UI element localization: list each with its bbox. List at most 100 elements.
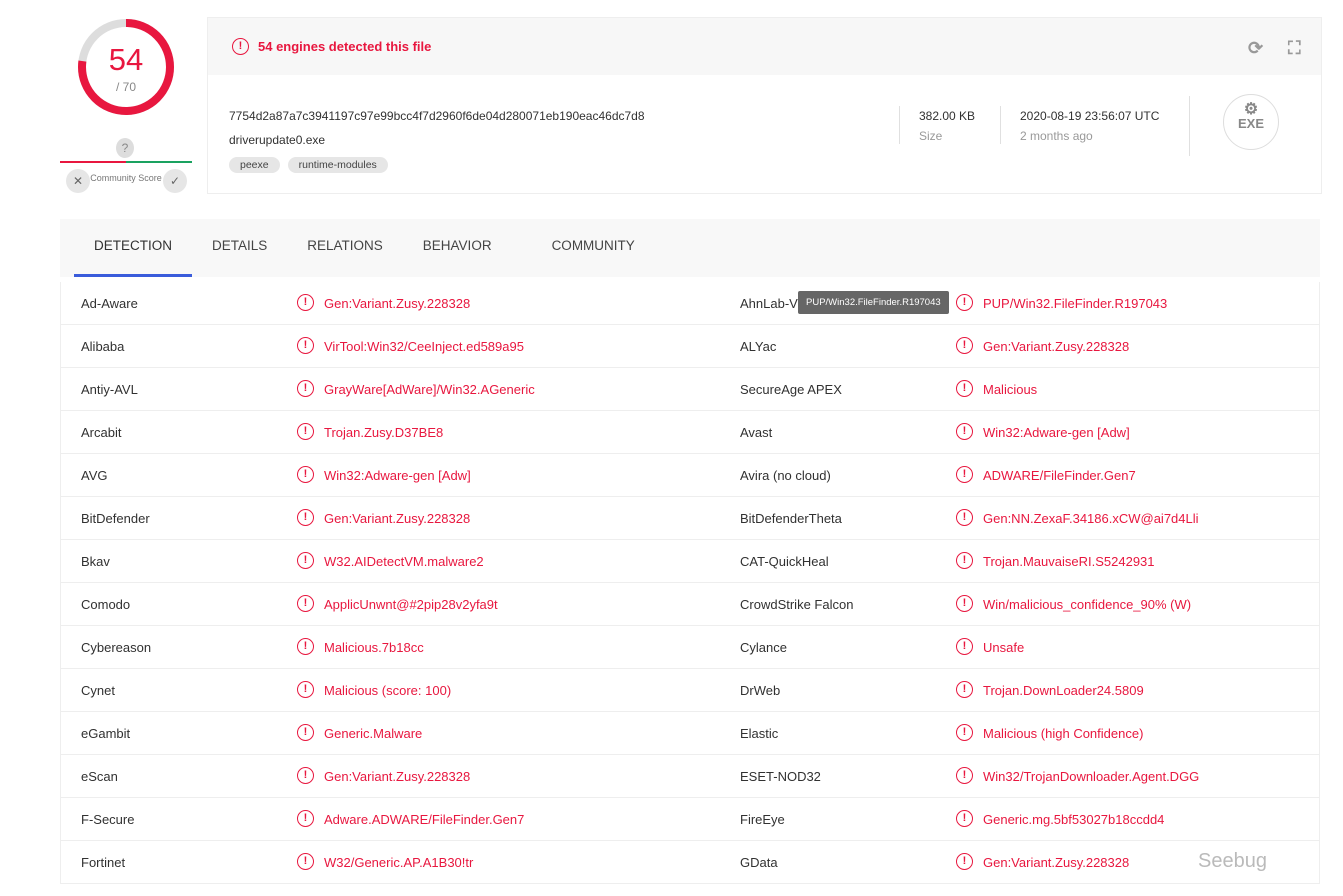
detection-result: Gen:Variant.Zusy.228328 [983,855,1129,870]
alert-icon: ! [956,853,973,870]
alert-icon: ! [956,423,973,440]
table-row: Antiy-AVL! GrayWare[AdWare]/Win32.AGeneri… [61,368,1319,411]
alert-icon: ! [232,38,249,55]
engine-name: Antiy-AVL [81,382,138,397]
detection-result: Gen:Variant.Zusy.228328 [983,339,1129,354]
detection-result: W32/Generic.AP.A1B30!tr [324,855,473,870]
engine-name: Ad-Aware [81,296,138,311]
engine-name: ALYac [740,339,776,354]
engine-name: DrWeb [740,683,780,698]
detection-result: ApplicUnwnt@#2pip28v2yfa9t [324,597,498,612]
alert-icon: ! [297,810,314,827]
engine-name: Bkav [81,554,110,569]
detection-banner: ! 54 engines detected this file ⟳ ⛶ [208,18,1321,75]
engine-name: BitDefender [81,511,150,526]
engine-name: Fortinet [81,855,125,870]
alert-icon: ! [956,681,973,698]
table-row: BitDefender!Gen:Variant.Zusy.228328BitDe… [61,497,1319,540]
analysis-date-value: 2020-08-19 23:56:07 UTC [1020,109,1159,123]
detection-result: Malicious.7b18cc [324,640,424,655]
tooltip: PUP/Win32.FileFinder.R197043 [798,291,949,314]
engine-name: FireEye [740,812,785,827]
detection-result: Generic.Malware [324,726,422,741]
analysis-date-relative: 2 months ago [1020,129,1159,143]
file-type-icon: ⚙EXE [1223,94,1279,150]
alert-icon: ! [297,724,314,741]
detection-result: Malicious [983,382,1037,397]
detection-score-gauge: 54 / 70 [75,16,177,118]
alert-icon: ! [956,337,973,354]
file-size: 382.00 KB Size [919,109,975,143]
divider [1189,96,1190,156]
detection-result: Malicious (high Confidence) [983,726,1143,741]
alert-icon: ! [956,638,973,655]
alert-icon: ! [297,294,314,311]
table-row: Ad-Aware!Gen:Variant.Zusy.228328AhnLab-V… [61,282,1319,325]
detection-result: ADWARE/FileFinder.Gen7 [983,468,1136,483]
vote-malicious-button[interactable]: ✕ [66,169,90,193]
detections-table: Ad-Aware!Gen:Variant.Zusy.228328AhnLab-V… [60,282,1320,884]
reanalyze-icon[interactable]: ⟳ [1248,38,1263,59]
tab-relations[interactable]: RELATIONS [287,219,403,277]
engine-name: Cynet [81,683,115,698]
detection-result: GrayWare[AdWare]/Win32.AGeneric [324,382,535,397]
engine-name: AVG [81,468,108,483]
engine-name: Alibaba [81,339,124,354]
tag[interactable]: runtime-modules [288,157,388,173]
tab-detection[interactable]: DETECTION [60,219,192,277]
tab-bar: DETECTION DETAILS RELATIONS BEHAVIOR COM… [60,219,1320,277]
total-engines: / 70 [75,80,177,94]
table-row: Cybereason!Malicious.7b18ccCylance!Unsaf… [61,626,1319,669]
table-row: Fortinet!W32/Generic.AP.A1B30!trGData!Ge… [61,841,1319,884]
detection-result: VirTool:Win32/CeeInject.ed589a95 [324,339,524,354]
alert-icon: ! [956,552,973,569]
alert-icon: ! [297,853,314,870]
file-type-label: EXE [1238,116,1264,131]
vote-harmless-button[interactable]: ✓ [163,169,187,193]
tab-details[interactable]: DETAILS [192,219,287,277]
tag[interactable]: peexe [229,157,280,173]
tab-behavior[interactable]: BEHAVIOR [403,219,512,277]
alert-icon: ! [956,380,973,397]
detection-result: Adware.ADWARE/FileFinder.Gen7 [324,812,524,827]
detection-result: Unsafe [983,640,1024,655]
alert-icon: ! [297,380,314,397]
tab-community[interactable]: COMMUNITY [532,219,655,277]
alert-icon: ! [956,810,973,827]
alert-icon: ! [297,638,314,655]
community-score-label: Community Score [90,171,162,186]
engine-name: SecureAge APEX [740,382,842,397]
table-row: Arcabit!Trojan.Zusy.D37BE8Avast!Win32:Ad… [61,411,1319,454]
table-row: Comodo!ApplicUnwnt@#2pip28v2yfa9tCrowdSt… [61,583,1319,626]
engine-name: Comodo [81,597,130,612]
graph-icon[interactable]: ⛶ [1288,38,1301,59]
alert-icon: ! [956,294,973,311]
engine-name: eGambit [81,726,130,741]
alert-icon: ! [297,552,314,569]
detection-result: Win32/TrojanDownloader.Agent.DGG [983,769,1199,784]
engine-name: F-Secure [81,812,134,827]
divider [899,106,900,144]
engine-name: Cylance [740,640,787,655]
alert-icon: ! [956,509,973,526]
detection-result: Gen:Variant.Zusy.228328 [324,511,470,526]
analysis-date: 2020-08-19 23:56:07 UTC 2 months ago [1020,109,1159,143]
alert-icon: ! [297,466,314,483]
detection-result: Gen:Variant.Zusy.228328 [324,769,470,784]
alert-icon: ! [297,337,314,354]
detection-result: Trojan.DownLoader24.5809 [983,683,1144,698]
alert-icon: ! [297,767,314,784]
table-row: Bkav!W32.AIDetectVM.malware2CAT-QuickHea… [61,540,1319,583]
file-name: driverupdate0.exe [229,133,325,147]
detection-result: Malicious (score: 100) [324,683,451,698]
community-score: ? ✕ Community Score ✓ [60,138,192,200]
detection-result: Gen:Variant.Zusy.228328 [324,296,470,311]
table-row: Alibaba! VirTool:Win32/CeeInject.ed589a95… [61,325,1319,368]
alert-icon: ! [956,767,973,784]
file-size-value: 382.00 KB [919,109,975,123]
divider [1000,106,1001,144]
table-row: eScan!Gen:Variant.Zusy.228328ESET-NOD32!… [61,755,1319,798]
alert-icon: ! [297,423,314,440]
engine-name: Avira (no cloud) [740,468,831,483]
file-hash: 7754d2a87a7c3941197c97e99bcc4f7d2960f6de… [229,109,645,123]
